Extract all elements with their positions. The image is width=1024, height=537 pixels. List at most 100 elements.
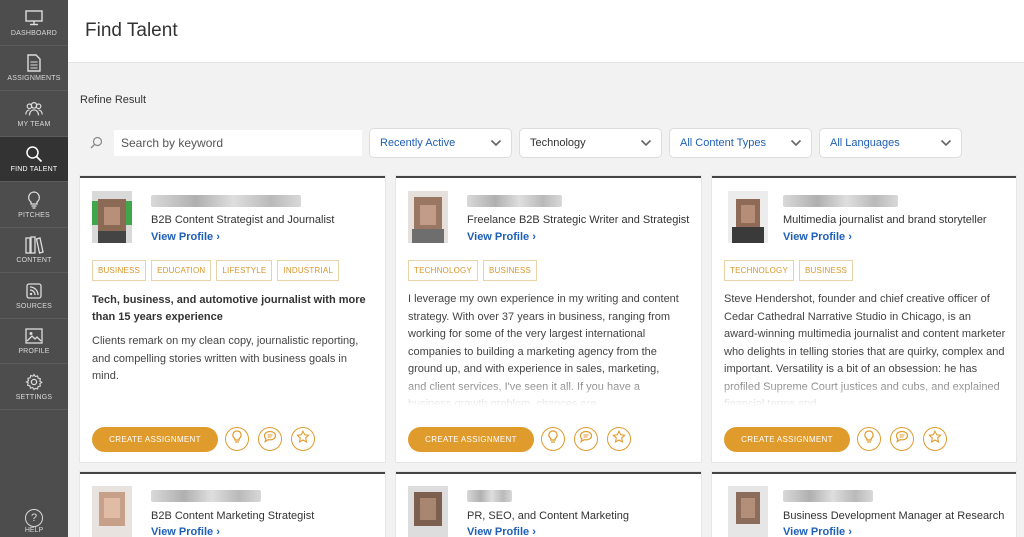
books-icon: [24, 235, 44, 255]
avatar: [408, 486, 448, 537]
sidebar-item-assignments[interactable]: ASSIGNMENTS: [0, 46, 68, 91]
favorite-button[interactable]: [923, 427, 947, 451]
help-label: HELP: [24, 527, 44, 534]
languages-select-value: All Languages: [830, 137, 900, 149]
blurred-name: [783, 490, 873, 502]
industry-select-value: Technology: [530, 137, 586, 149]
tag-list: BUSINESS EDUCATION LIFESTYLE INDUSTRIAL: [92, 260, 339, 281]
chevron-down-icon: [940, 138, 952, 151]
talent-role: PR, SEO, and Content Marketing: [467, 510, 630, 522]
tag[interactable]: EDUCATION: [151, 260, 212, 281]
sidebar-item-my-team[interactable]: MY TEAM: [0, 91, 68, 137]
sidebar-item-find-talent[interactable]: FIND TALENT: [0, 136, 68, 182]
star-icon: [296, 429, 310, 449]
sidebar-item-label: MY TEAM: [17, 120, 51, 128]
talent-role: Multimedia journalist and brand storytel…: [783, 214, 987, 226]
sidebar: DASHBOARD ASSIGNMENTS MY TEAM FIND TALEN…: [0, 0, 68, 537]
sidebar-item-label: PITCHES: [18, 211, 50, 219]
search-icon: [24, 144, 44, 164]
languages-select[interactable]: All Languages: [819, 128, 962, 158]
message-button[interactable]: [574, 427, 598, 451]
lightbulb-icon: [547, 429, 559, 449]
pitch-button[interactable]: [857, 427, 881, 451]
chat-icon: [895, 430, 909, 448]
page-header: Find Talent: [68, 0, 1024, 63]
create-assignment-button[interactable]: CREATE ASSIGNMENT: [724, 427, 850, 452]
pitch-button[interactable]: [225, 427, 249, 451]
talent-card: Multimedia journalist and brand storytel…: [712, 176, 1016, 462]
blurred-name: [151, 195, 301, 207]
message-button[interactable]: [890, 427, 914, 451]
create-assignment-button[interactable]: CREATE ASSIGNMENT: [408, 427, 534, 452]
talent-role: B2B Content Strategist and Journalist: [151, 214, 335, 226]
lightbulb-icon: [24, 190, 44, 210]
view-profile-link[interactable]: View Profile ›: [151, 231, 220, 243]
talent-card: B2B Content Strategist and Journalist Vi…: [80, 176, 385, 462]
blurred-name: [467, 195, 562, 207]
blurred-name: [151, 490, 261, 502]
favorite-button[interactable]: [607, 427, 631, 451]
sidebar-item-settings[interactable]: SETTINGS: [0, 364, 68, 410]
talent-headline: Tech, business, and automotive journalis…: [92, 294, 366, 323]
industry-select[interactable]: Technology: [519, 128, 662, 158]
activity-select-value: Recently Active: [380, 137, 456, 149]
talent-card: Freelance B2B Strategic Writer and Strat…: [396, 176, 701, 462]
blurred-name: [783, 195, 898, 207]
help-button[interactable]: ? HELP: [0, 507, 68, 537]
chevron-down-icon: [790, 138, 802, 151]
tag[interactable]: INDUSTRIAL: [277, 260, 339, 281]
sidebar-item-label: SETTINGS: [15, 393, 53, 401]
refine-result-label: Refine Result: [80, 94, 147, 106]
sidebar-item-label: FIND TALENT: [10, 166, 58, 174]
talent-description: Clients remark on my clean copy, journal…: [92, 335, 359, 382]
favorite-button[interactable]: [291, 427, 315, 451]
sidebar-item-label: SOURCES: [15, 302, 53, 310]
content-types-select-value: All Content Types: [680, 137, 767, 149]
chevron-down-icon: [490, 138, 502, 151]
sidebar-item-label: DASHBOARD: [10, 29, 58, 37]
rss-icon: [24, 281, 44, 301]
sidebar-item-label: ASSIGNMENTS: [7, 75, 61, 83]
tag[interactable]: BUSINESS: [799, 260, 854, 281]
talent-card: Business Development Manager at Research…: [712, 472, 1016, 537]
document-icon: [24, 53, 44, 73]
view-profile-link[interactable]: View Profile ›: [467, 231, 536, 243]
blurred-name: [467, 490, 512, 502]
search-input[interactable]: [114, 130, 362, 156]
talent-card: B2B Content Marketing Strategist View Pr…: [80, 472, 385, 537]
sidebar-item-content[interactable]: CONTENT: [0, 228, 68, 273]
sidebar-item-pitches[interactable]: PITCHES: [0, 182, 68, 228]
talent-role: B2B Content Marketing Strategist: [151, 510, 315, 522]
tag[interactable]: LIFESTYLE: [216, 260, 273, 281]
view-profile-link[interactable]: View Profile ›: [467, 526, 536, 537]
view-profile-link[interactable]: View Profile ›: [783, 231, 852, 243]
talent-card: PR, SEO, and Content Marketing View Prof…: [396, 472, 701, 537]
tag[interactable]: TECHNOLOGY: [724, 260, 795, 281]
sidebar-item-profile[interactable]: PROFILE: [0, 319, 68, 364]
avatar: [728, 486, 768, 537]
search-icon: [90, 136, 103, 154]
gear-icon: [24, 372, 44, 392]
sidebar-item-label: CONTENT: [16, 257, 52, 265]
chat-icon: [263, 430, 277, 448]
tag[interactable]: TECHNOLOGY: [408, 260, 479, 281]
talent-role: Business Development Manager at Research: [783, 510, 1005, 522]
sidebar-item-sources[interactable]: SOURCES: [0, 273, 68, 319]
view-profile-link[interactable]: View Profile ›: [783, 526, 852, 537]
tag[interactable]: BUSINESS: [483, 260, 538, 281]
talent-description: Steve Hendershot, founder and chief crea…: [724, 293, 1006, 406]
lightbulb-icon: [231, 429, 243, 449]
tag-list: TECHNOLOGY BUSINESS: [724, 260, 854, 281]
view-profile-link[interactable]: View Profile ›: [151, 526, 220, 537]
tag-list: TECHNOLOGY BUSINESS: [408, 260, 538, 281]
activity-select[interactable]: Recently Active: [369, 128, 512, 158]
message-button[interactable]: [258, 427, 282, 451]
create-assignment-button[interactable]: CREATE ASSIGNMENT: [92, 427, 218, 452]
page-title: Find Talent: [85, 20, 178, 41]
sidebar-item-dashboard[interactable]: DASHBOARD: [0, 0, 68, 46]
tag[interactable]: BUSINESS: [92, 260, 147, 281]
star-icon: [612, 429, 626, 449]
pitch-button[interactable]: [541, 427, 565, 451]
image-icon: [24, 326, 44, 346]
content-types-select[interactable]: All Content Types: [669, 128, 812, 158]
